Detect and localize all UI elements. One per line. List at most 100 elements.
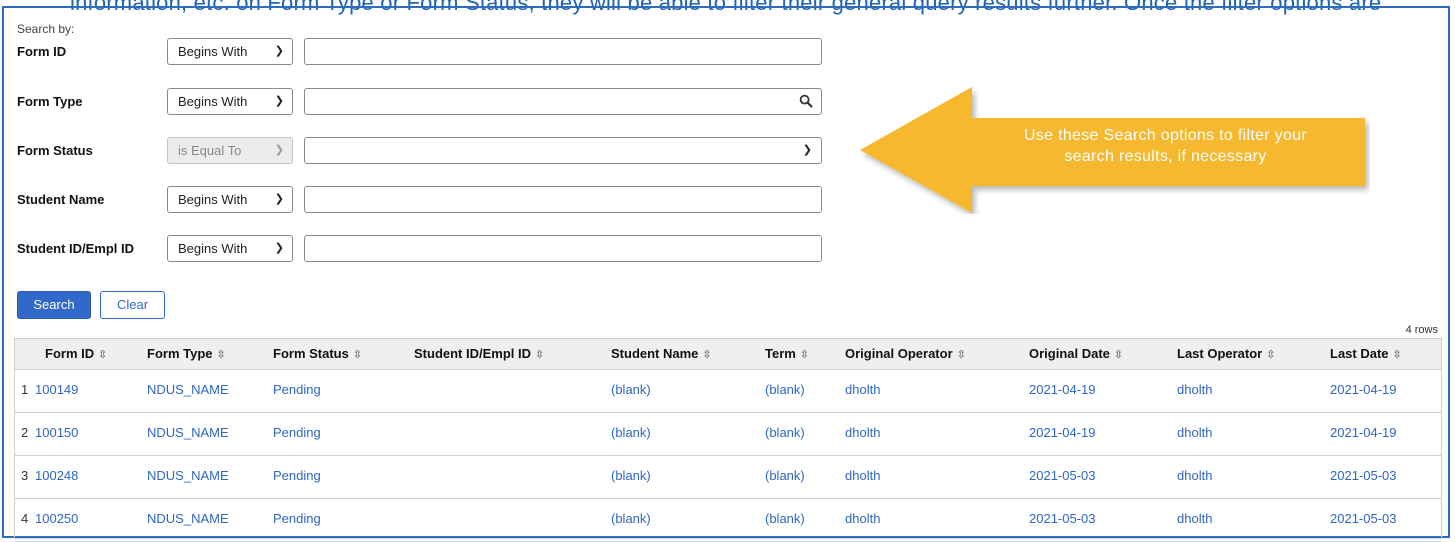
- form-status-link[interactable]: Pending: [273, 369, 321, 412]
- callout-line-2: search results, if necessary: [1064, 148, 1267, 165]
- term-link[interactable]: (blank): [765, 498, 805, 541]
- last-date-link[interactable]: 2021-04-19: [1330, 369, 1397, 412]
- original-date-link[interactable]: 2021-04-19: [1029, 369, 1096, 412]
- last-date-link[interactable]: 2021-05-03: [1330, 498, 1397, 541]
- form-id-link[interactable]: 100149: [35, 369, 78, 412]
- last-date-link[interactable]: 2021-05-03: [1330, 455, 1397, 498]
- table-row: 3 100248 NDUS_NAME Pending (blank) (blan…: [15, 455, 1441, 499]
- sort-icon: ⇳: [702, 349, 712, 361]
- sort-icon: ⇳: [352, 349, 363, 361]
- column-header-student-id[interactable]: Student ID/Empl ID ⇳: [414, 339, 544, 369]
- column-header-form-id[interactable]: Form ID ⇳: [45, 339, 107, 369]
- search-panel: Search by: Form ID Begins With ❯ Form Ty…: [2, 6, 1450, 542]
- student-id-input[interactable]: [304, 235, 822, 262]
- row-number: 3: [21, 468, 29, 483]
- student-name-link[interactable]: (blank): [611, 455, 651, 498]
- form-id-link[interactable]: 100150: [35, 412, 78, 455]
- chevron-down-icon: ❯: [274, 242, 284, 254]
- form-id-input[interactable]: [304, 38, 822, 65]
- results-grid: Form ID ⇳ Form Type ⇳ Form Status ⇳ Student…: [14, 338, 1442, 542]
- form-status-select[interactable]: ❯: [304, 137, 822, 164]
- form-type-link[interactable]: NDUS_NAME: [147, 369, 229, 412]
- original-date-link[interactable]: 2021-05-03: [1029, 455, 1096, 498]
- original-operator-link[interactable]: dholth: [845, 369, 880, 412]
- chevron-down-icon: ❯: [802, 144, 812, 156]
- search-icon[interactable]: [799, 94, 813, 113]
- search-button[interactable]: Search: [17, 291, 91, 319]
- callout-line-1: Use these Search options to filter your: [1024, 127, 1307, 144]
- student-name-link[interactable]: (blank): [611, 412, 651, 455]
- form-status-link[interactable]: Pending: [273, 455, 321, 498]
- chevron-down-icon: ❯: [274, 193, 284, 205]
- callout-text: Use these Search options to filter your …: [968, 125, 1363, 167]
- sort-icon: ⇳: [1113, 349, 1124, 361]
- student-name-operator-value: Begins With: [178, 192, 248, 207]
- student-name-link[interactable]: (blank): [611, 498, 651, 541]
- chevron-down-icon: ❯: [274, 95, 284, 107]
- table-row: 1 100149 NDUS_NAME Pending (blank) (blan…: [15, 369, 1441, 413]
- form-type-operator-select[interactable]: Begins With ❯: [167, 88, 293, 115]
- original-operator-link[interactable]: dholth: [845, 412, 880, 455]
- column-header-original-operator[interactable]: Original Operator ⇳: [845, 339, 966, 369]
- column-header-last-operator[interactable]: Last Operator ⇳: [1177, 339, 1275, 369]
- column-header-student-name[interactable]: Student Name ⇳: [611, 339, 712, 369]
- sort-icon: ⇳: [216, 349, 226, 361]
- term-link[interactable]: (blank): [765, 369, 805, 412]
- student-id-label: Student ID/Empl ID: [17, 241, 134, 256]
- column-header-term[interactable]: Term ⇳: [765, 339, 809, 369]
- sort-icon: ⇳: [535, 349, 545, 361]
- column-header-form-type[interactable]: Form Type ⇳: [147, 339, 226, 369]
- search-by-label: Search by:: [17, 22, 75, 36]
- row-count: 4 rows: [1405, 324, 1438, 336]
- clear-button[interactable]: Clear: [100, 291, 165, 319]
- chevron-down-icon: ❯: [274, 144, 284, 156]
- table-row: 2 100150 NDUS_NAME Pending (blank) (blan…: [15, 412, 1441, 456]
- row-number: 4: [21, 511, 29, 526]
- form-type-operator-value: Begins With: [178, 94, 248, 109]
- last-date-link[interactable]: 2021-04-19: [1330, 412, 1397, 455]
- form-type-link[interactable]: NDUS_NAME: [147, 455, 229, 498]
- original-date-link[interactable]: 2021-04-19: [1029, 412, 1096, 455]
- sort-icon: ⇳: [956, 349, 966, 361]
- grid-header: Form ID ⇳ Form Type ⇳ Form Status ⇳ Student…: [15, 339, 1441, 370]
- last-operator-link[interactable]: dholth: [1177, 412, 1212, 455]
- term-link[interactable]: (blank): [765, 455, 805, 498]
- last-operator-link[interactable]: dholth: [1177, 498, 1212, 541]
- student-name-link[interactable]: (blank): [611, 369, 651, 412]
- chevron-down-icon: ❯: [274, 45, 284, 57]
- form-id-link[interactable]: 100248: [35, 455, 78, 498]
- sort-icon: ⇳: [799, 349, 810, 361]
- form-status-label: Form Status: [17, 143, 93, 158]
- last-operator-link[interactable]: dholth: [1177, 455, 1212, 498]
- term-link[interactable]: (blank): [765, 412, 805, 455]
- form-type-link[interactable]: NDUS_NAME: [147, 412, 229, 455]
- last-operator-link[interactable]: dholth: [1177, 369, 1212, 412]
- form-id-link[interactable]: 100250: [35, 498, 78, 541]
- table-row: 4 100250 NDUS_NAME Pending (blank) (blan…: [15, 498, 1441, 542]
- column-header-original-date[interactable]: Original Date ⇳: [1029, 339, 1123, 369]
- column-header-last-date[interactable]: Last Date ⇳: [1330, 339, 1402, 369]
- form-type-link[interactable]: NDUS_NAME: [147, 498, 229, 541]
- student-name-input[interactable]: [304, 186, 822, 213]
- form-status-link[interactable]: Pending: [273, 498, 321, 541]
- form-id-label: Form ID: [17, 44, 67, 59]
- sort-icon: ⇳: [98, 349, 108, 361]
- row-number: 1: [21, 382, 29, 397]
- original-operator-link[interactable]: dholth: [845, 498, 880, 541]
- original-date-link[interactable]: 2021-05-03: [1029, 498, 1096, 541]
- form-type-input[interactable]: [304, 88, 822, 115]
- form-status-operator-value: is Equal To: [178, 143, 242, 158]
- form-status-operator-select: is Equal To ❯: [167, 137, 293, 164]
- row-number: 2: [21, 425, 29, 440]
- student-id-operator-value: Begins With: [178, 241, 248, 256]
- column-header-form-status[interactable]: Form Status ⇳: [273, 339, 362, 369]
- form-type-label: Form Type: [17, 94, 83, 109]
- student-id-operator-select[interactable]: Begins With ❯: [167, 235, 293, 262]
- original-operator-link[interactable]: dholth: [845, 455, 880, 498]
- form-id-operator-value: Begins With: [178, 44, 248, 59]
- student-name-operator-select[interactable]: Begins With ❯: [167, 186, 293, 213]
- sort-icon: ⇳: [1392, 349, 1402, 361]
- form-status-link[interactable]: Pending: [273, 412, 321, 455]
- sort-icon: ⇳: [1266, 349, 1276, 361]
- form-id-operator-select[interactable]: Begins With ❯: [167, 38, 293, 65]
